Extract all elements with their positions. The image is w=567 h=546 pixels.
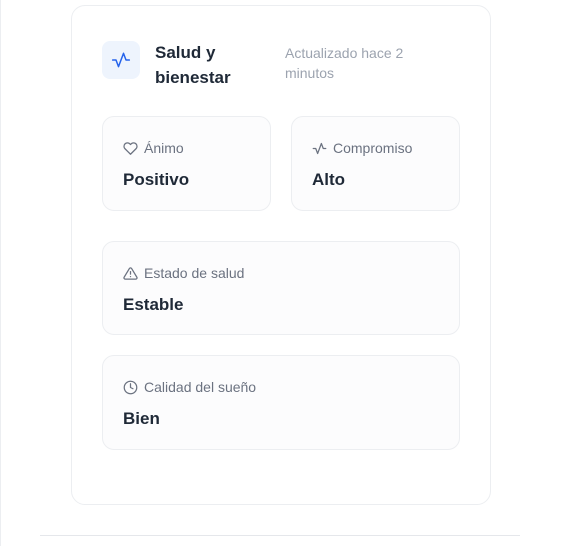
alert-triangle-icon bbox=[123, 266, 138, 281]
activity-icon bbox=[102, 41, 140, 79]
tile-sleep-quality: Calidad del sueño Bien bbox=[102, 355, 460, 450]
card-title: Salud y bienestar bbox=[155, 43, 231, 87]
heart-icon bbox=[123, 141, 138, 156]
tile-engagement: Compromiso Alto bbox=[291, 116, 460, 211]
tile-label-row: Ánimo bbox=[123, 139, 184, 157]
tile-label-row: Compromiso bbox=[312, 139, 412, 157]
tile-label-row: Estado de salud bbox=[123, 264, 244, 282]
tile-label: Calidad del sueño bbox=[144, 379, 257, 395]
left-divider bbox=[0, 0, 1, 546]
updated-timestamp: Actualizado hace 2 minutos bbox=[285, 45, 404, 81]
tile-label: Estado de salud bbox=[144, 265, 245, 281]
activity-icon bbox=[312, 141, 327, 156]
tile-label: Compromiso bbox=[333, 140, 413, 156]
tile-value: Alto bbox=[312, 170, 346, 189]
tile-label: Ánimo bbox=[144, 140, 184, 156]
tile-health-status: Estado de salud Estable bbox=[102, 241, 460, 335]
clock-icon bbox=[123, 380, 138, 395]
wellbeing-card: Salud y bienestar Actualizado hace 2 min… bbox=[71, 5, 491, 505]
tile-mood: Ánimo Positivo bbox=[102, 116, 271, 211]
tile-value: Bien bbox=[123, 409, 160, 428]
tile-value: Estable bbox=[123, 295, 184, 314]
tile-label-row: Calidad del sueño bbox=[123, 378, 256, 396]
bottom-divider bbox=[40, 535, 520, 536]
card-header: Salud y bienestar Actualizado hace 2 min… bbox=[102, 40, 442, 92]
tile-value: Positivo bbox=[123, 170, 190, 189]
